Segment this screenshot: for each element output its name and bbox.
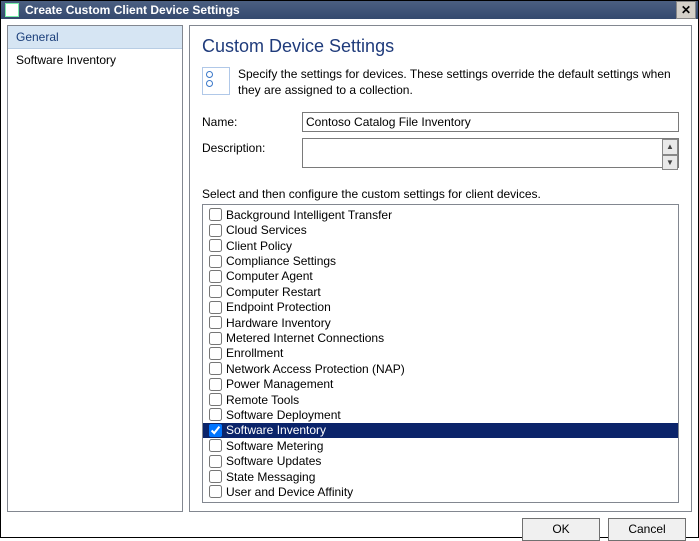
- settings-row-label: Power Management: [226, 377, 333, 391]
- settings-row-label: Hardware Inventory: [226, 316, 331, 330]
- settings-checkbox[interactable]: [209, 455, 222, 468]
- settings-checkbox[interactable]: [209, 224, 222, 237]
- settings-row[interactable]: Cloud Services: [203, 223, 678, 238]
- settings-row[interactable]: Compliance Settings: [203, 253, 678, 268]
- settings-list-label: Select and then configure the custom set…: [202, 187, 679, 201]
- settings-checkbox[interactable]: [209, 362, 222, 375]
- settings-row[interactable]: Software Inventory: [203, 423, 678, 438]
- settings-row[interactable]: Network Access Protection (NAP): [203, 361, 678, 376]
- settings-checkbox[interactable]: [209, 470, 222, 483]
- close-icon: ✕: [681, 4, 691, 16]
- ok-button[interactable]: OK: [522, 518, 600, 541]
- settings-row-label: Computer Restart: [226, 285, 321, 299]
- settings-row[interactable]: Software Deployment: [203, 407, 678, 422]
- settings-row[interactable]: Hardware Inventory: [203, 315, 678, 330]
- settings-checkbox[interactable]: [209, 347, 222, 360]
- nav-pane: GeneralSoftware Inventory: [7, 25, 183, 512]
- intro-row: Specify the settings for devices. These …: [202, 67, 679, 98]
- settings-row-label: Background Intelligent Transfer: [226, 208, 392, 222]
- app-icon: [5, 3, 19, 17]
- description-input[interactable]: [302, 138, 679, 168]
- settings-row-label: Software Metering: [226, 439, 323, 453]
- settings-row-label: Software Deployment: [226, 408, 341, 422]
- settings-row-label: Computer Agent: [226, 269, 313, 283]
- settings-checkbox[interactable]: [209, 439, 222, 452]
- nav-item-general[interactable]: General: [8, 26, 182, 49]
- settings-checkbox[interactable]: [209, 270, 222, 283]
- close-button[interactable]: ✕: [676, 1, 696, 19]
- settings-row-label: User and Device Affinity: [226, 485, 353, 499]
- settings-row-label: Cloud Services: [226, 223, 307, 237]
- description-label: Description:: [202, 138, 302, 155]
- dialog-window: Create Custom Client Device Settings ✕ G…: [0, 0, 699, 538]
- window-title: Create Custom Client Device Settings: [25, 3, 676, 17]
- settings-row-label: Metered Internet Connections: [226, 331, 384, 345]
- settings-checkbox[interactable]: [209, 255, 222, 268]
- settings-row[interactable]: Computer Restart: [203, 284, 678, 299]
- settings-row[interactable]: Metered Internet Connections: [203, 330, 678, 345]
- intro-text: Specify the settings for devices. These …: [238, 67, 679, 98]
- description-row: Description: ▲ ▼: [202, 138, 679, 171]
- settings-checkbox[interactable]: [209, 239, 222, 252]
- settings-checkbox[interactable]: [209, 408, 222, 421]
- settings-row-label: State Messaging: [226, 470, 315, 484]
- settings-checkbox[interactable]: [209, 316, 222, 329]
- settings-checkbox[interactable]: [209, 332, 222, 345]
- settings-checkbox[interactable]: [209, 393, 222, 406]
- name-input[interactable]: [302, 112, 679, 132]
- settings-row[interactable]: Remote Tools: [203, 392, 678, 407]
- settings-row-label: Network Access Protection (NAP): [226, 362, 405, 376]
- settings-row-label: Client Policy: [226, 239, 292, 253]
- settings-row-label: Software Inventory: [226, 423, 326, 437]
- name-label: Name:: [202, 112, 302, 129]
- settings-checkbox[interactable]: [209, 208, 222, 221]
- settings-row[interactable]: Power Management: [203, 376, 678, 391]
- dialog-footer: OK Cancel: [1, 518, 698, 541]
- settings-checkbox[interactable]: [209, 378, 222, 391]
- settings-row-label: Endpoint Protection: [226, 300, 331, 314]
- cancel-button[interactable]: Cancel: [608, 518, 686, 541]
- settings-checkbox[interactable]: [209, 485, 222, 498]
- settings-row[interactable]: Software Updates: [203, 453, 678, 468]
- settings-row[interactable]: Background Intelligent Transfer: [203, 207, 678, 222]
- scroll-up-button[interactable]: ▲: [662, 139, 678, 155]
- settings-row[interactable]: Computer Agent: [203, 269, 678, 284]
- settings-icon: [202, 67, 230, 95]
- settings-row[interactable]: Enrollment: [203, 346, 678, 361]
- nav-item-software-inventory[interactable]: Software Inventory: [8, 49, 182, 71]
- settings-row-label: Enrollment: [226, 346, 283, 360]
- dialog-body: GeneralSoftware Inventory Custom Device …: [1, 19, 698, 518]
- scroll-down-button[interactable]: ▼: [662, 155, 678, 171]
- settings-row-label: Compliance Settings: [226, 254, 336, 268]
- settings-row[interactable]: User and Device Affinity: [203, 484, 678, 499]
- titlebar[interactable]: Create Custom Client Device Settings ✕: [1, 1, 698, 19]
- settings-checkbox[interactable]: [209, 424, 222, 437]
- settings-row-label: Remote Tools: [226, 393, 299, 407]
- page-heading: Custom Device Settings: [202, 36, 679, 57]
- description-scrollbar: ▲ ▼: [662, 139, 678, 170]
- settings-listbox[interactable]: Background Intelligent TransferCloud Ser…: [202, 204, 679, 502]
- settings-checkbox[interactable]: [209, 301, 222, 314]
- settings-row-label: Software Updates: [226, 454, 321, 468]
- settings-row[interactable]: Client Policy: [203, 238, 678, 253]
- settings-row[interactable]: Software Metering: [203, 438, 678, 453]
- name-row: Name:: [202, 112, 679, 132]
- main-pane: Custom Device Settings Specify the setti…: [189, 25, 692, 512]
- settings-checkbox[interactable]: [209, 285, 222, 298]
- settings-row[interactable]: Endpoint Protection: [203, 300, 678, 315]
- settings-row[interactable]: State Messaging: [203, 469, 678, 484]
